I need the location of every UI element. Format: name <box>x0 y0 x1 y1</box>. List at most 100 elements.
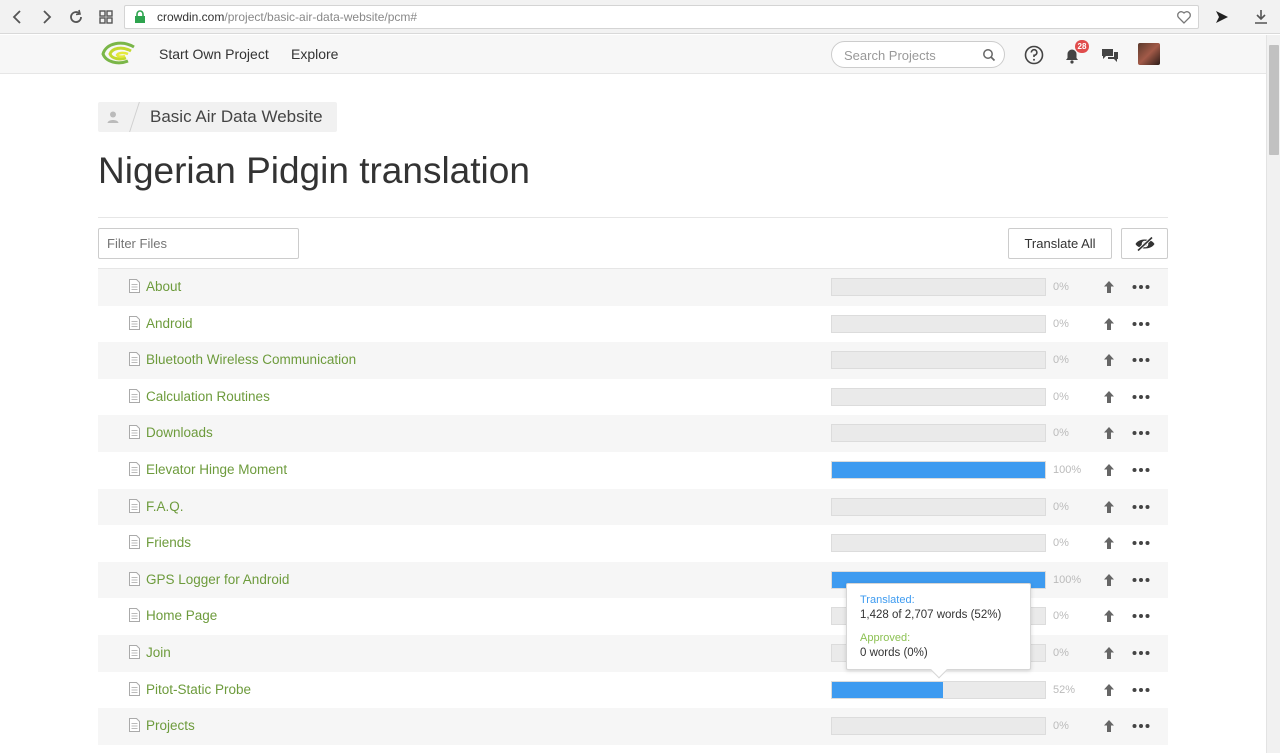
file-row[interactable]: Calculation Routines 0% <box>98 379 1168 416</box>
progress-bar[interactable] <box>831 351 1046 370</box>
upload-arrow-icon[interactable] <box>1103 317 1115 331</box>
file-row[interactable]: Projects 0% <box>98 708 1168 745</box>
file-icon <box>129 279 140 293</box>
address-bar[interactable]: crowdin.com/project/basic-air-data-websi… <box>124 5 1199 29</box>
nav-explore[interactable]: Explore <box>291 46 338 62</box>
progress-bar[interactable] <box>831 387 1046 406</box>
progress-percent: 0% <box>1053 646 1069 659</box>
file-name-link[interactable]: Calculation Routines <box>146 389 270 404</box>
search-projects-input[interactable]: Search Projects <box>831 41 1005 68</box>
owner-user-icon[interactable] <box>98 102 128 132</box>
nav-start-own-project[interactable]: Start Own Project <box>159 46 269 62</box>
more-options-icon[interactable] <box>1131 462 1151 478</box>
file-name-link[interactable]: Elevator Hinge Moment <box>146 462 287 477</box>
more-options-icon[interactable] <box>1131 316 1151 332</box>
file-row[interactable]: Bluetooth Wireless Communication 0% <box>98 342 1168 379</box>
file-row[interactable]: F.A.Q. 0% <box>98 488 1168 526</box>
upload-arrow-icon[interactable] <box>1103 390 1115 404</box>
scrollbar-thumb[interactable] <box>1269 45 1279 155</box>
more-options-icon[interactable] <box>1131 572 1151 588</box>
file-name-link[interactable]: Pitot-Static Probe <box>146 682 251 697</box>
file-row[interactable]: Android 0% <box>98 306 1168 343</box>
more-options-icon[interactable] <box>1131 389 1151 405</box>
forward-icon[interactable] <box>36 7 56 27</box>
reload-icon[interactable] <box>66 7 86 27</box>
file-name-link[interactable]: Projects <box>146 718 195 733</box>
search-icon[interactable] <box>982 48 996 62</box>
lock-icon <box>135 10 145 23</box>
file-row[interactable]: Pitot-Static Probe 52% <box>98 672 1168 709</box>
progress-percent: 0% <box>1053 537 1069 550</box>
help-icon[interactable] <box>1023 44 1045 66</box>
more-options-icon[interactable] <box>1131 535 1151 551</box>
file-icon <box>129 535 140 550</box>
file-name-link[interactable]: Home Page <box>146 608 217 623</box>
heart-icon[interactable] <box>1176 9 1192 25</box>
hide-completed-toggle-button[interactable] <box>1121 228 1168 259</box>
more-options-icon[interactable] <box>1131 279 1151 295</box>
file-icon <box>129 681 140 696</box>
filter-files-input[interactable] <box>98 228 299 259</box>
file-icon <box>129 644 140 659</box>
upload-arrow-icon[interactable] <box>1103 353 1115 367</box>
crowdin-logo-icon[interactable] <box>100 41 136 67</box>
upload-arrow-icon[interactable] <box>1103 719 1115 733</box>
file-name-link[interactable]: F.A.Q. <box>146 499 184 514</box>
file-icon <box>129 352 140 367</box>
upload-arrow-icon[interactable] <box>1103 426 1115 440</box>
upload-arrow-icon[interactable] <box>1103 646 1115 660</box>
more-options-icon[interactable] <box>1131 608 1151 624</box>
progress-percent: 0% <box>1053 500 1069 513</box>
download-icon[interactable] <box>1251 7 1271 27</box>
file-name-link[interactable]: GPS Logger for Android <box>146 572 289 587</box>
page-scrollbar[interactable] <box>1266 35 1280 753</box>
app-header: Start Own Project Explore Search Project… <box>0 35 1266 74</box>
more-options-icon[interactable] <box>1131 682 1151 698</box>
upload-arrow-icon[interactable] <box>1103 683 1115 697</box>
more-options-icon[interactable] <box>1131 718 1151 734</box>
progress-percent: 0% <box>1053 281 1069 293</box>
progress-bar[interactable] <box>831 717 1046 736</box>
file-name-link[interactable]: Join <box>146 645 171 660</box>
tooltip-translated-value: 1,428 of 2,707 words (52%) <box>860 609 1002 621</box>
progress-percent: 0% <box>1053 354 1069 367</box>
progress-bar[interactable] <box>831 278 1046 296</box>
messages-icon[interactable] <box>1099 44 1121 66</box>
more-options-icon[interactable] <box>1131 499 1151 515</box>
back-icon[interactable] <box>8 7 28 27</box>
flow-icon[interactable] <box>1212 7 1232 27</box>
translate-all-button[interactable]: Translate All <box>1008 228 1112 259</box>
upload-arrow-icon[interactable] <box>1103 573 1115 587</box>
file-row[interactable]: Friends 0% <box>98 525 1168 562</box>
progress-bar[interactable] <box>831 680 1046 699</box>
breadcrumb-project-link[interactable]: Basic Air Data Website <box>150 107 323 127</box>
progress-bar[interactable] <box>831 460 1046 479</box>
progress-percent: 0% <box>1053 610 1069 623</box>
file-name-link[interactable]: Friends <box>146 535 191 550</box>
upload-arrow-icon[interactable] <box>1103 280 1115 294</box>
progress-bar[interactable] <box>831 424 1046 443</box>
file-name-link[interactable]: Downloads <box>146 425 213 440</box>
more-options-icon[interactable] <box>1131 425 1151 441</box>
file-name-link[interactable]: Bluetooth Wireless Communication <box>146 352 356 367</box>
more-options-icon[interactable] <box>1131 645 1151 661</box>
upload-arrow-icon[interactable] <box>1103 500 1115 514</box>
upload-arrow-icon[interactable] <box>1103 463 1115 477</box>
progress-bar[interactable] <box>831 497 1046 516</box>
file-name-link[interactable]: About <box>146 279 181 294</box>
file-icon <box>129 718 140 733</box>
user-avatar[interactable] <box>1138 43 1160 65</box>
progress-bar[interactable] <box>831 314 1046 333</box>
progress-percent: 0% <box>1053 427 1069 440</box>
more-options-icon[interactable] <box>1131 352 1151 368</box>
file-row[interactable]: Elevator Hinge Moment 100% <box>98 452 1168 489</box>
progress-bar[interactable] <box>831 534 1046 553</box>
file-row[interactable]: Downloads 0% <box>98 415 1168 452</box>
upload-arrow-icon[interactable] <box>1103 609 1115 623</box>
speed-dial-icon[interactable] <box>96 7 116 27</box>
file-icon <box>129 608 140 623</box>
upload-arrow-icon[interactable] <box>1103 536 1115 550</box>
breadcrumb: Basic Air Data Website <box>98 102 337 132</box>
file-row[interactable]: About 0% <box>98 269 1168 306</box>
file-name-link[interactable]: Android <box>146 316 193 331</box>
